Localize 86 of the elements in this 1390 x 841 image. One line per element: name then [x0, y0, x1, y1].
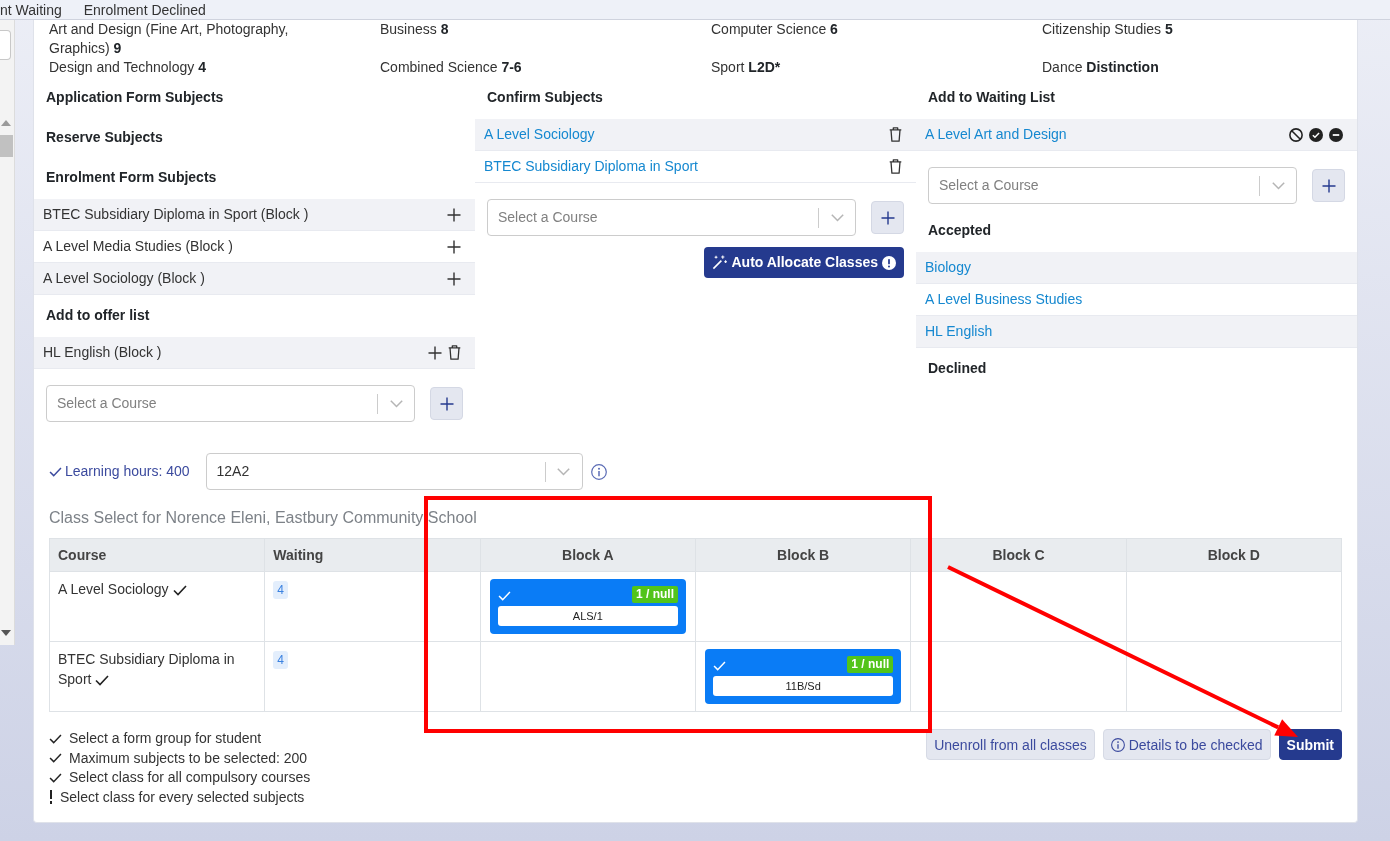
exclamation-circle-icon	[882, 255, 896, 270]
input-field[interactable]	[0, 30, 11, 60]
requirement-text: Select class for all compulsory courses	[69, 768, 311, 787]
requirement-text: Maximum subjects to be selected: 200	[69, 748, 308, 768]
plus-icon	[1321, 178, 1336, 193]
enrolment-count: 1 / null	[631, 586, 678, 603]
trash-icon[interactable]	[889, 159, 902, 174]
learning-hours-label: Learning hours: 400	[65, 462, 190, 481]
section-heading: Confirm Subjects	[486, 87, 604, 107]
course-select[interactable]: Select a Course	[46, 385, 415, 422]
magic-wand-icon	[712, 255, 728, 270]
class-card[interactable]: 1 / null 11B/Sd	[705, 649, 902, 704]
column-header: Block D	[1126, 538, 1342, 572]
auto-allocate-button[interactable]: Auto Allocate Classes	[704, 247, 904, 278]
subject-grade: Sport L2D*	[711, 58, 782, 77]
subject-label: A Level Sociology (Block )	[43, 269, 206, 288]
scroll-down-icon[interactable]	[1, 630, 11, 636]
plus-icon[interactable]	[447, 271, 461, 286]
section-heading: Reserve Subjects	[45, 127, 164, 147]
chevron-down-icon	[389, 399, 403, 408]
trash-icon[interactable]	[448, 345, 461, 360]
course-link[interactable]: HL English	[925, 323, 993, 339]
section-heading: Application Form Subjects	[45, 87, 225, 107]
section-heading: Add to offer list	[45, 305, 151, 325]
subject-grade: Combined Science 7-6	[380, 58, 523, 77]
waiting-count: 4	[273, 581, 288, 599]
tab[interactable]: nt Waiting	[0, 0, 62, 19]
subject-grade: Citizenship Studies 5	[1042, 20, 1174, 39]
course-link[interactable]: Biology	[925, 259, 971, 275]
form-group-select[interactable]: 12A2	[205, 453, 583, 490]
plus-icon[interactable]	[447, 239, 461, 254]
course-select[interactable]: Select a Course	[928, 167, 1297, 204]
class-card[interactable]: 1 / null ALS/1	[489, 579, 686, 634]
trash-icon[interactable]	[889, 127, 902, 142]
chevron-down-icon	[1271, 181, 1285, 190]
subject-label: BTEC Subsidiary Diploma in Sport (Block )	[43, 205, 310, 224]
chevron-down-icon	[557, 467, 571, 476]
course-select[interactable]: Select a Course	[487, 199, 856, 236]
column-header: Block C	[910, 538, 1127, 572]
section-heading: Declined	[927, 358, 988, 378]
submit-button[interactable]: Submit	[1278, 729, 1342, 760]
minus-circle-icon[interactable]	[1329, 127, 1343, 142]
class-code: 11B/Sd	[713, 676, 894, 696]
subject-grade: Design and Technology 4	[49, 58, 207, 77]
waiting-count: 4	[273, 651, 288, 669]
subject-grade: Art and Design (Fine Art, Photography, Graphics) 9	[49, 20, 290, 58]
subject-grade: Business 8	[380, 20, 450, 39]
course-link[interactable]: A Level Art and Design	[925, 126, 1067, 142]
section-heading: Add to Waiting List	[927, 87, 1056, 107]
subject-label: A Level Media Studies (Block )	[43, 237, 234, 256]
column-header: Waiting	[264, 538, 481, 572]
column-header: Course	[49, 538, 265, 572]
add-button[interactable]	[430, 387, 463, 420]
info-icon[interactable]	[590, 463, 607, 480]
info-icon	[1110, 737, 1125, 752]
class-code: ALS/1	[497, 606, 678, 626]
course-name: BTEC Subsidiary Diploma in Sport	[58, 651, 235, 687]
section-heading: Enrolment Form Subjects	[45, 167, 218, 187]
plus-icon	[439, 396, 454, 411]
requirement-text: Select a form group for student	[69, 729, 262, 748]
course-name: A Level Sociology	[58, 581, 169, 597]
scroll-up-icon[interactable]	[1, 120, 11, 126]
ban-icon[interactable]	[1289, 127, 1303, 142]
plus-icon[interactable]	[447, 207, 461, 222]
requirement-text: Select class for every selected subjects	[60, 787, 305, 807]
course-link[interactable]: A Level Business Studies	[925, 291, 1083, 307]
check-circle-icon[interactable]	[1309, 127, 1323, 142]
chevron-down-icon	[830, 213, 844, 222]
enrolment-count: 1 / null	[847, 656, 894, 673]
plus-icon[interactable]	[428, 345, 442, 360]
column-header: Block B	[695, 538, 911, 572]
plus-icon	[880, 210, 895, 225]
unenroll-button[interactable]: Unenroll from all classes	[926, 729, 1095, 760]
subject-grade: Dance Distinction	[1042, 58, 1160, 77]
course-link[interactable]: A Level Sociology	[484, 126, 595, 142]
subject-grade: Computer Science 6	[711, 20, 839, 39]
tab[interactable]: Enrolment Declined	[83, 0, 206, 19]
add-button[interactable]	[871, 201, 904, 234]
add-button[interactable]	[1312, 169, 1345, 202]
details-button[interactable]: Details to be checked	[1102, 729, 1271, 760]
subject-label: HL English (Block )	[43, 343, 163, 362]
course-link[interactable]: BTEC Subsidiary Diploma in Sport	[484, 158, 698, 174]
scrollbar-thumb[interactable]	[0, 135, 13, 157]
table-title: Class Select for Norence Eleni, Eastbury Community School	[49, 509, 478, 527]
column-header: Block A	[480, 538, 696, 572]
section-heading: Accepted	[927, 220, 993, 240]
